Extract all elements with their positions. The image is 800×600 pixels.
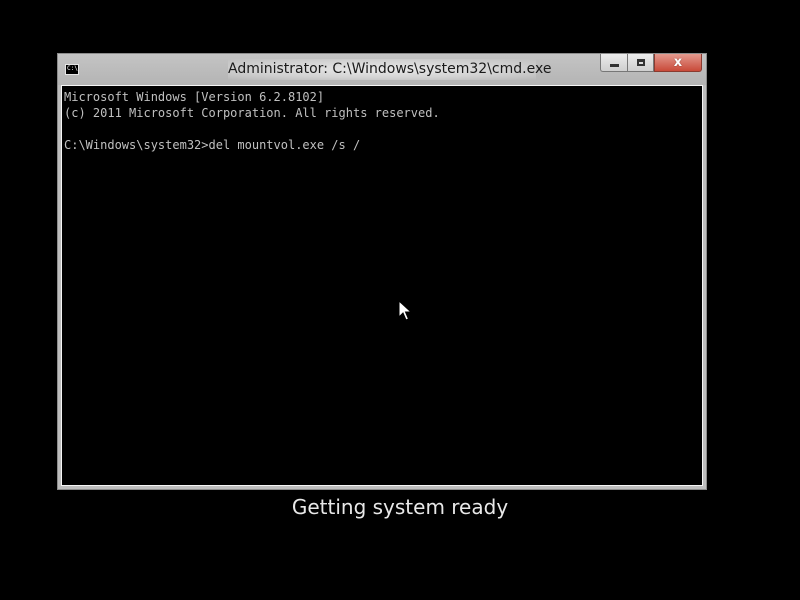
console-line: Microsoft Windows [Version 6.2.8102] [64,90,325,104]
window-controls: x [600,54,702,74]
console-output: Microsoft Windows [Version 6.2.8102] (c)… [64,89,700,483]
cmd-icon[interactable]: C:\ [65,64,79,75]
command-prompt-line[interactable]: C:\Windows\system32>del mountvol.exe /s … [64,137,700,153]
minimize-icon [609,64,619,67]
setup-screen: C:\ Administrator: C:\Windows\system32\c… [0,0,800,600]
close-icon: x [673,55,683,70]
cmd-window[interactable]: C:\ Administrator: C:\Windows\system32\c… [57,53,707,490]
console-area[interactable]: Microsoft Windows [Version 6.2.8102] (c)… [61,85,703,486]
mouse-pointer-icon [398,300,412,321]
title-bar[interactable]: C:\ Administrator: C:\Windows\system32\c… [58,54,706,85]
maximize-icon [636,59,645,66]
maximize-button[interactable] [627,54,654,72]
window-title: Administrator: C:\Windows\system32\cmd.e… [228,59,551,80]
close-button[interactable]: x [654,54,702,72]
status-message: Getting system ready [291,495,509,519]
minimize-button[interactable] [600,54,627,72]
console-line: (c) 2011 Microsoft Corporation. All righ… [64,106,440,120]
